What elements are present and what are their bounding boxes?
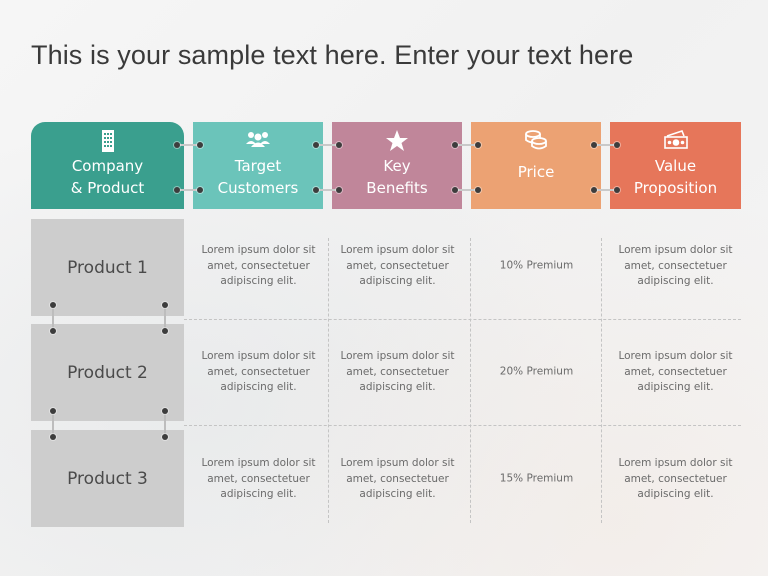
cell-price: 20% Premium <box>499 365 574 378</box>
pin-icon <box>614 187 620 193</box>
header-label-line1: Company <box>71 157 144 175</box>
cell-benefits: Lorem ipsum dolor sit amet, consectetuer… <box>340 243 455 287</box>
star-icon <box>332 129 462 155</box>
pin-icon <box>313 187 319 193</box>
header-label-line2: Benefits <box>366 179 428 197</box>
row-divider <box>184 319 741 320</box>
cell-benefits: Lorem ipsum dolor sit amet, consectetuer… <box>340 349 455 393</box>
cell-price: 10% Premium <box>499 259 574 272</box>
pin-icon <box>174 187 180 193</box>
pin-icon <box>162 302 168 308</box>
header-label-line1: Target <box>234 157 282 175</box>
cell-price: 15% Premium <box>499 472 574 485</box>
header-label-line1: Value <box>654 157 697 175</box>
pin-icon <box>162 408 168 414</box>
header-label-line2: & Product <box>70 179 145 197</box>
cell-benefits: Lorem ipsum dolor sit amet, consectetuer… <box>340 456 455 500</box>
header-label-line1: Key <box>383 157 411 175</box>
pin-icon <box>475 187 481 193</box>
pin-icon <box>162 434 168 440</box>
cell-target: Lorem ipsum dolor sit amet, consectetuer… <box>201 349 316 393</box>
pin-icon <box>50 328 56 334</box>
cell-target: Lorem ipsum dolor sit amet, consectetuer… <box>201 243 316 287</box>
pin-icon <box>336 187 342 193</box>
cell-value: Lorem ipsum dolor sit amet, consectetuer… <box>618 243 733 287</box>
building-icon <box>31 129 184 155</box>
pin-icon <box>452 142 458 148</box>
product-box: Product 3 <box>31 430 184 527</box>
product-box: Product 2 <box>31 324 184 421</box>
header-label-line2: Customers <box>217 179 299 197</box>
pin-icon <box>336 142 342 148</box>
pin-icon <box>614 142 620 148</box>
header-price: Price <box>471 122 601 209</box>
coins-icon <box>471 129 601 155</box>
pin-icon <box>162 328 168 334</box>
pin-icon <box>50 434 56 440</box>
pin-icon <box>452 187 458 193</box>
pin-icon <box>197 187 203 193</box>
header-label-line2: Price <box>517 163 555 181</box>
pin-icon <box>591 187 597 193</box>
cell-value: Lorem ipsum dolor sit amet, consectetuer… <box>618 349 733 393</box>
cell-value: Lorem ipsum dolor sit amet, consectetuer… <box>618 456 733 500</box>
header-company-product: Company & Product <box>31 122 184 209</box>
pin-icon <box>475 142 481 148</box>
pin-icon <box>313 142 319 148</box>
money-icon <box>610 129 741 155</box>
slide-title: This is your sample text here. Enter you… <box>31 40 634 70</box>
header-target-customers: Target Customers <box>193 122 323 209</box>
users-icon <box>193 129 323 155</box>
cell-target: Lorem ipsum dolor sit amet, consectetuer… <box>201 456 316 500</box>
pin-icon <box>50 408 56 414</box>
pin-icon <box>50 302 56 308</box>
pin-icon <box>197 142 203 148</box>
pin-icon <box>591 142 597 148</box>
pin-icon <box>174 142 180 148</box>
header-label-line2: Proposition <box>633 179 718 197</box>
header-value-proposition: Value Proposition <box>610 122 741 209</box>
header-key-benefits: Key Benefits <box>332 122 462 209</box>
row-divider <box>184 425 741 426</box>
